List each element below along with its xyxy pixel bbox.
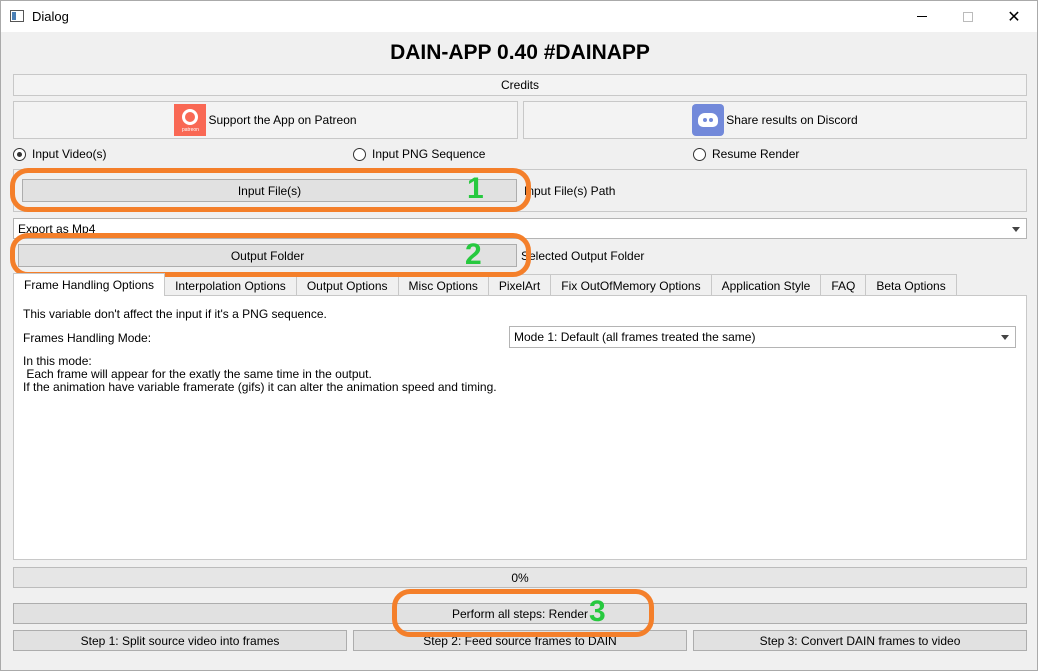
radio-input-png-sequence[interactable]: Input PNG Sequence	[353, 147, 485, 161]
credits-button[interactable]: Credits	[13, 74, 1027, 96]
radio-resume-render[interactable]: Resume Render	[693, 147, 799, 161]
radio-input-video[interactable]: Input Video(s)	[13, 147, 107, 161]
step-number-2: 2	[465, 238, 482, 271]
maximize-button[interactable]	[945, 1, 991, 32]
step1-label: Step 1: Split source video into frames	[80, 633, 280, 648]
radio-label: Resume Render	[712, 147, 800, 161]
tab-frame-handling-options[interactable]: Frame Handling Options	[13, 273, 166, 296]
minimize-icon	[917, 16, 927, 17]
mode-description-line: If the animation have variable framerate…	[23, 380, 497, 394]
progress-text: 0%	[511, 570, 529, 585]
discord-label: Share results on Discord	[726, 113, 858, 127]
radio-indicator	[353, 147, 366, 161]
output-path-label: Selected Output Folder	[521, 249, 645, 263]
window-title: Dialog	[32, 9, 69, 24]
png-sequence-note: This variable don't affect the input if …	[23, 307, 327, 321]
patreon-logo-icon: patreon	[174, 104, 207, 136]
minimize-button[interactable]	[899, 1, 945, 32]
mode-description-line: Each frame will appear for the exatly th…	[23, 367, 372, 381]
frames-handling-mode-value: Mode 1: Default (all frames treated the …	[514, 330, 756, 344]
tab-misc-options[interactable]: Misc Options	[397, 274, 489, 296]
tab-pixelart[interactable]: PixelArt	[487, 274, 552, 296]
tab-beta-options[interactable]: Beta Options	[865, 274, 957, 296]
tab-faq[interactable]: FAQ	[820, 274, 867, 296]
title-bar: Dialog ✕	[1, 1, 1037, 32]
highlight-ring-3	[392, 589, 654, 637]
maximize-icon	[963, 11, 973, 22]
options-tab-bar: Frame Handling Options Interpolation Opt…	[13, 273, 957, 296]
step1-split-button[interactable]: Step 1: Split source video into frames	[13, 630, 347, 651]
step3-convert-button[interactable]: Step 3: Convert DAIN frames to video	[693, 630, 1027, 651]
tab-output-options[interactable]: Output Options	[295, 274, 399, 296]
radio-label: Input PNG Sequence	[372, 147, 486, 161]
discord-button[interactable]: Share results on Discord	[523, 101, 1027, 139]
frames-handling-mode-select[interactable]: Mode 1: Default (all frames treated the …	[509, 326, 1016, 348]
tab-fix-outofmemory-options[interactable]: Fix OutOfMemory Options	[550, 274, 712, 296]
step-number-1: 1	[467, 172, 484, 205]
radio-indicator	[693, 147, 706, 161]
frames-handling-mode-label: Frames Handling Mode:	[23, 331, 152, 345]
patreon-label: Support the App on Patreon	[208, 113, 357, 127]
tab-application-style[interactable]: Application Style	[710, 274, 822, 296]
chevron-down-icon	[1012, 226, 1020, 232]
radio-indicator	[13, 147, 26, 161]
render-progress-bar: 0%	[13, 567, 1027, 588]
credits-label: Credits	[500, 78, 539, 92]
discord-logo-icon	[692, 104, 725, 136]
close-icon: ✕	[1007, 8, 1021, 26]
step-number-3: 3	[589, 595, 606, 628]
radio-label: Input Video(s)	[32, 147, 107, 161]
dialog-window: Dialog ✕ DAIN-APP 0.40 #DAINAPP Credits …	[0, 0, 1038, 671]
mode-description-line: In this mode:	[23, 354, 92, 368]
highlight-ring-2	[10, 233, 531, 277]
frame-handling-tab-page: This variable don't affect the input if …	[13, 295, 1027, 560]
patreon-button[interactable]: patreon Support the App on Patreon	[13, 101, 518, 139]
close-button[interactable]: ✕	[991, 1, 1037, 32]
app-window-icon	[10, 10, 24, 22]
chevron-down-icon	[1001, 335, 1009, 340]
app-heading: DAIN-APP 0.40 #DAINAPP	[390, 41, 650, 64]
tab-interpolation-options[interactable]: Interpolation Options	[164, 274, 297, 296]
input-path-label: Input File(s) Path	[524, 184, 616, 198]
step3-label: Step 3: Convert DAIN frames to video	[759, 633, 961, 648]
highlight-ring-1	[10, 168, 531, 212]
